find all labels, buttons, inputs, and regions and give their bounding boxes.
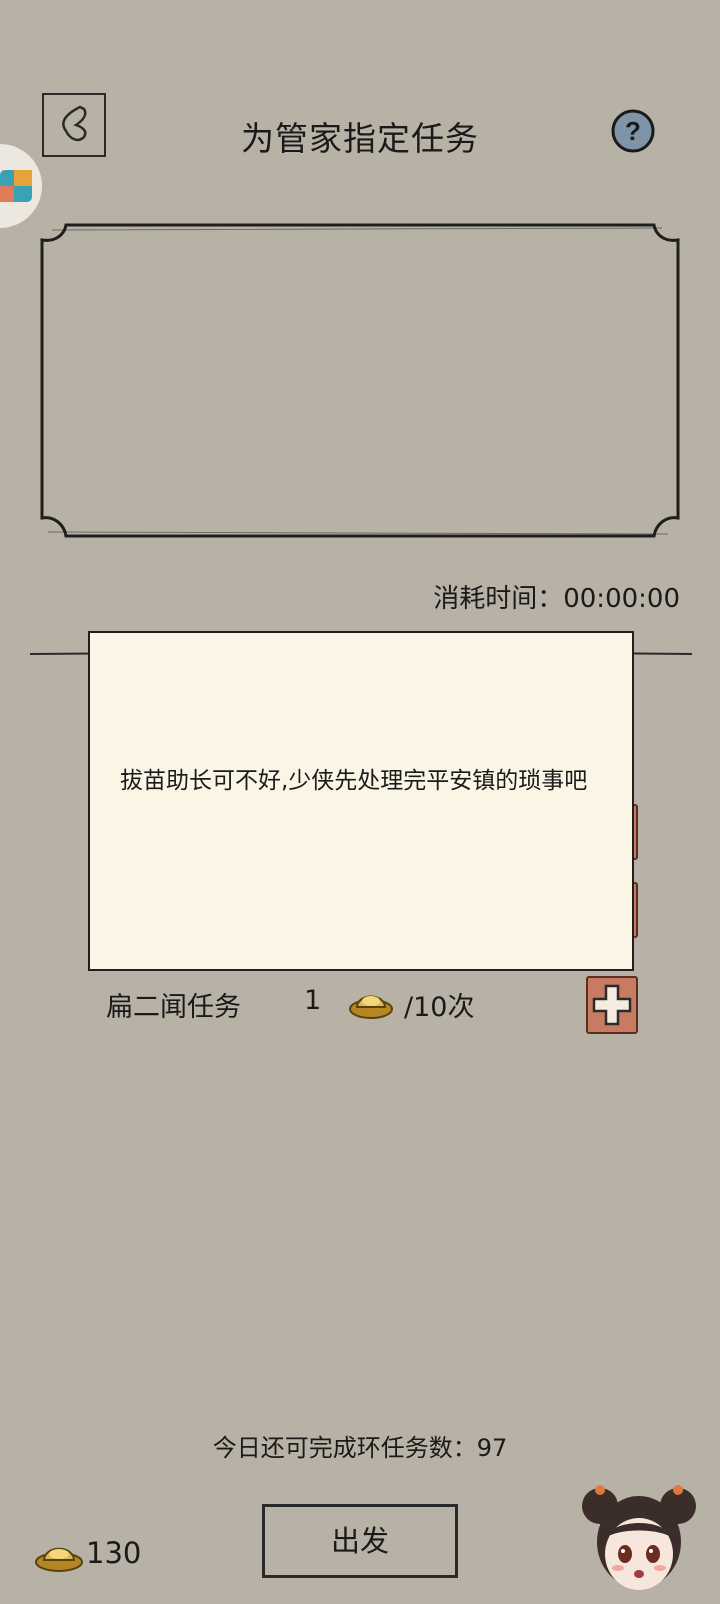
currency-value: 130 [86,1536,142,1570]
plus-icon [592,984,632,1026]
time-cost-value: 00:00:00 [563,584,680,614]
gold-ingot-icon [35,1547,83,1572]
task-count: 1 [304,985,322,1016]
remaining-label: 今日还可完成环任务数： [212,1434,477,1462]
gold-ingot-icon [349,995,393,1019]
add-task-button[interactable] [586,976,638,1034]
svg-text:?: ? [625,116,641,146]
floating-app-icon [0,144,42,228]
dialog-message: 拔苗助长可不好,少侠先处理完平安镇的琐事吧 [120,768,588,794]
depart-button[interactable]: 出发 [262,1504,458,1578]
time-cost-label: 消耗时间： [433,584,564,614]
task-preview-frame [38,222,682,544]
task-name: 扁二闻任务 [106,992,241,1023]
time-cost-row: 消耗时间：00:00:00 [433,578,680,615]
remaining-value: 97 [476,1434,508,1462]
task-row: 扁二闻任务 1 /10次 [106,985,546,1025]
character-avatar[interactable] [578,1468,700,1600]
remaining-tasks: 今日还可完成环任务数：97 [0,1428,720,1463]
question-mark-icon: ? [611,109,655,153]
task-limit: /10次 [404,992,475,1023]
side-floating-tab[interactable] [0,142,46,232]
girl-character-icon [582,1485,696,1590]
help-button[interactable]: ? [611,109,655,153]
message-dialog[interactable]: 拔苗助长可不好,少侠先处理完平安镇的琐事吧 [88,631,634,971]
